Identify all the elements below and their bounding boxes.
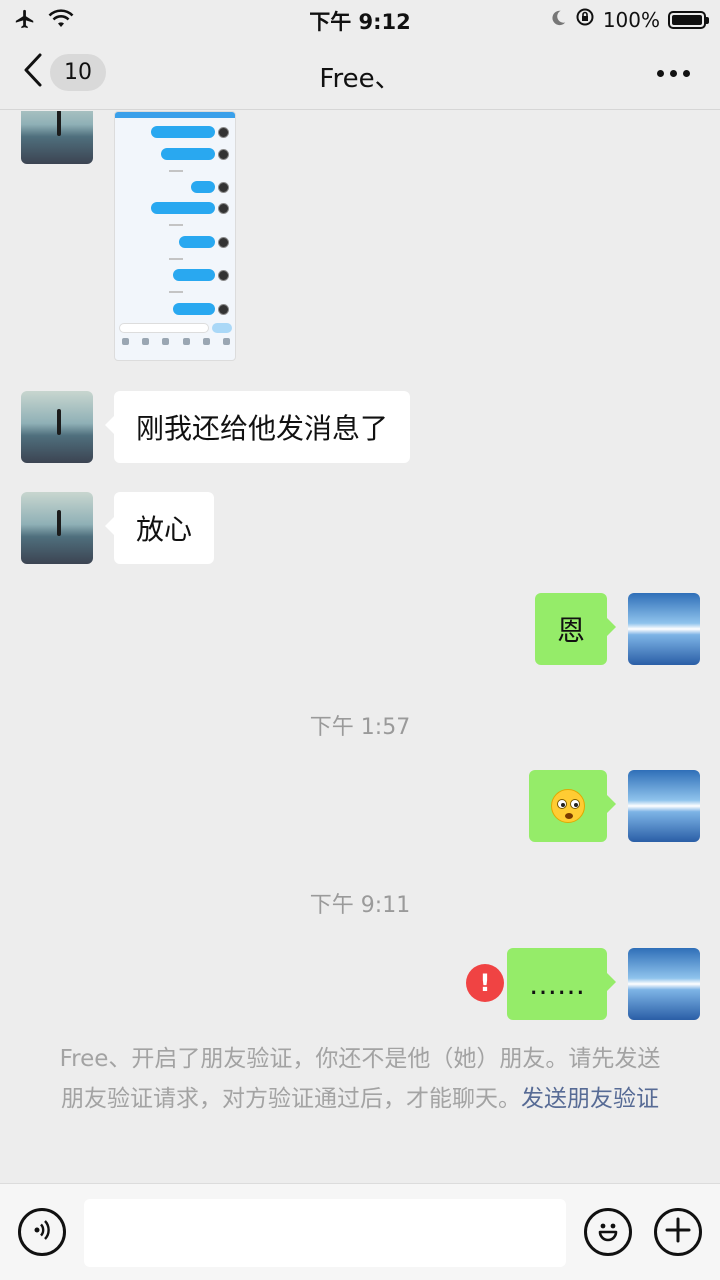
mini-message	[151, 202, 229, 214]
timestamp: 下午 9:11	[309, 893, 411, 918]
image-message[interactable]	[114, 111, 236, 361]
timestamp: 下午 1:57	[309, 715, 411, 740]
mini-input	[119, 323, 209, 333]
message-list[interactable]: 刚我还给他发消息了 放心 恩 下午 1:57 下午 9:11 ! …… Free…	[0, 111, 720, 1183]
emoji-icon	[593, 1215, 623, 1249]
mini-send	[212, 323, 232, 333]
mini-toolbar	[115, 338, 235, 345]
my-message-bubble[interactable]: 恩	[534, 593, 617, 665]
mini-timestamp	[169, 224, 183, 226]
more-icon-dot	[683, 70, 690, 77]
mini-message	[151, 126, 229, 138]
send-failed-icon[interactable]: !	[466, 964, 504, 1002]
avatar-figure	[57, 510, 61, 536]
avatar-figure	[57, 409, 61, 435]
input-bar	[0, 1183, 720, 1280]
add-button[interactable]	[654, 1208, 702, 1256]
mini-message	[179, 236, 229, 248]
mini-message	[191, 181, 229, 193]
chat-header: 10 Free、	[0, 40, 720, 110]
my-avatar[interactable]	[628, 593, 700, 665]
friend-avatar[interactable]	[21, 492, 93, 564]
avatar-figure	[57, 111, 61, 136]
mini-message	[173, 269, 229, 281]
mini-timestamp	[169, 291, 183, 293]
system-notice: Free、开启了朋友验证，你还不是他（她）朋友。请先发送朋友验证请求，对方验证通…	[50, 1039, 670, 1119]
my-avatar[interactable]	[628, 770, 700, 842]
moon-icon	[549, 8, 567, 32]
message-input[interactable]	[84, 1199, 566, 1267]
battery-icon	[668, 10, 709, 29]
my-emoji-bubble[interactable]	[529, 770, 616, 842]
mini-timestamp	[169, 170, 183, 172]
my-avatar[interactable]	[628, 948, 700, 1020]
friend-avatar[interactable]	[21, 111, 93, 164]
status-right: 100%	[549, 7, 709, 32]
mini-message	[161, 148, 229, 160]
mini-timestamp	[169, 258, 183, 260]
mini-message	[173, 303, 229, 315]
screenshot-topbar	[115, 112, 235, 118]
my-message-bubble[interactable]: ……	[507, 948, 616, 1020]
voice-icon	[29, 1217, 55, 1247]
flushed-face-icon	[551, 789, 585, 823]
orientation-lock-icon	[575, 7, 595, 32]
voice-button[interactable]	[18, 1208, 66, 1256]
chat-title: Free、	[319, 64, 401, 94]
message-bubble[interactable]: 刚我还给他发消息了	[104, 391, 411, 463]
send-verification-link[interactable]: 发送朋友验证	[521, 1086, 659, 1112]
battery-percent: 100%	[602, 7, 660, 32]
battery-level	[672, 14, 702, 25]
more-icon	[657, 70, 664, 77]
add-icon	[664, 1216, 692, 1248]
emoji-button[interactable]	[584, 1208, 632, 1256]
status-bar: 下午 9:12 100%	[0, 0, 720, 40]
more-icon-dot	[670, 70, 677, 77]
friend-avatar[interactable]	[21, 391, 93, 463]
more-button[interactable]	[657, 70, 690, 77]
message-bubble[interactable]: 放心	[104, 492, 215, 564]
